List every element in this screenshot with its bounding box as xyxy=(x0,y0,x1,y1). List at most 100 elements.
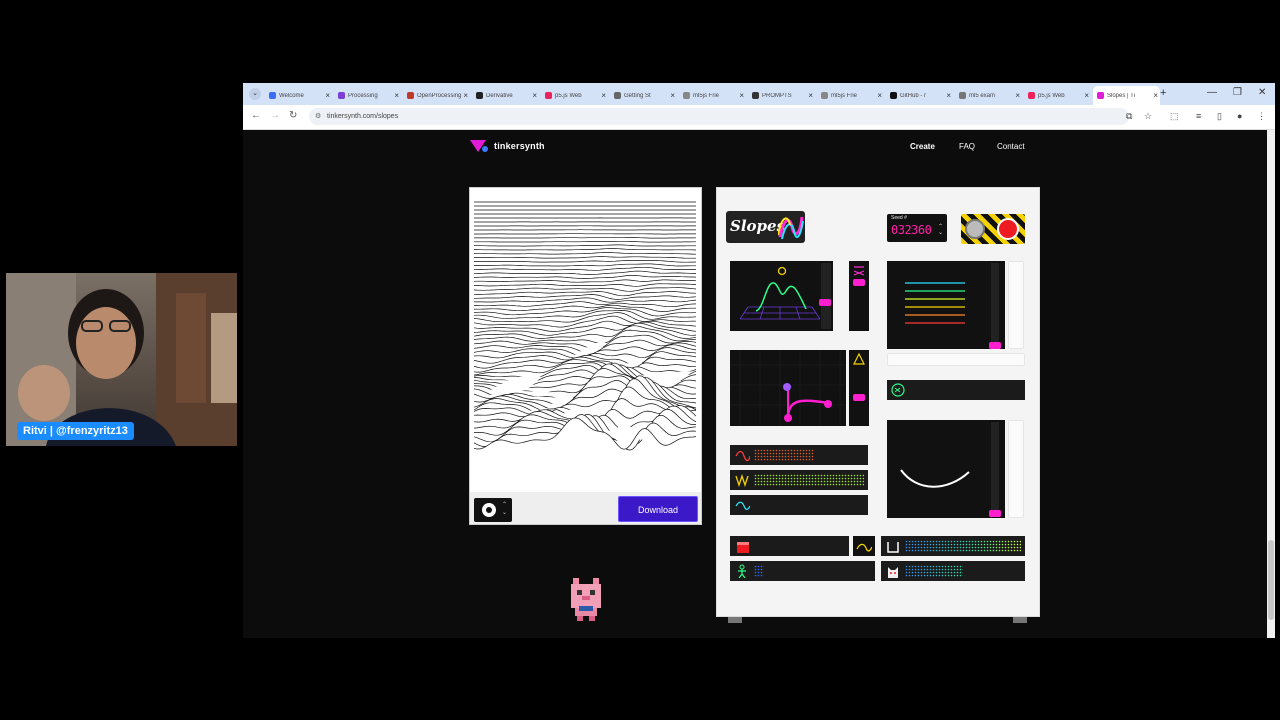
browser-tab[interactable]: Processing × xyxy=(334,86,401,105)
tab-close-icon[interactable]: × xyxy=(877,91,882,100)
browser-tab[interactable]: p5.js Web × xyxy=(1024,86,1091,105)
restore-icon[interactable]: ❐ xyxy=(1233,87,1242,98)
browser-tab[interactable]: Welcome × xyxy=(265,86,332,105)
tab-close-icon[interactable]: × xyxy=(601,91,606,100)
back-icon[interactable]: ← xyxy=(251,110,261,121)
browser-tab[interactable]: ml5js Frie × xyxy=(679,86,746,105)
dot-amount-strip[interactable] xyxy=(887,380,1025,400)
pixel-pet-icon[interactable] xyxy=(567,574,607,624)
slopes-title-badge: Slopes xyxy=(726,211,805,243)
download-button[interactable]: Download xyxy=(618,496,698,522)
color-slider[interactable] xyxy=(991,263,999,347)
install-icon[interactable]: ⧉ xyxy=(1126,111,1132,122)
line-shape-side-slider[interactable] xyxy=(1008,420,1024,518)
spread-slider[interactable] xyxy=(849,261,869,331)
randomize-all-button[interactable] xyxy=(965,219,985,239)
extensions-icon[interactable]: ⬚ xyxy=(1170,111,1179,122)
profile-icon[interactable]: ● xyxy=(1237,111,1242,121)
split-universe-strip[interactable] xyxy=(730,495,868,515)
tab-close-icon[interactable]: × xyxy=(1084,91,1089,100)
url-text: tinkersynth.com/slopes xyxy=(327,113,399,120)
peak-curve-control[interactable] xyxy=(730,350,846,426)
sine-wave-icon xyxy=(735,450,750,462)
browser-tab[interactable]: p5.js Web × xyxy=(541,86,608,105)
url-input[interactable]: ⚙ tinkersynth.com/slopes xyxy=(309,108,1129,125)
spread-icon xyxy=(853,266,865,276)
sidepanel-icon[interactable]: ▯ xyxy=(1217,111,1222,122)
tab-close-icon[interactable]: × xyxy=(739,91,744,100)
artwork-line xyxy=(474,287,697,292)
media-icon[interactable]: ≡ xyxy=(1196,111,1201,121)
browser-tab[interactable]: Slopes | Ti × xyxy=(1093,86,1160,105)
color-control[interactable] xyxy=(887,261,1005,349)
nav-contact[interactable]: Contact xyxy=(997,142,1025,151)
perspective-control[interactable] xyxy=(730,261,833,331)
cube-icon xyxy=(737,542,749,553)
nav-create[interactable]: Create xyxy=(910,142,935,151)
person-strip[interactable] xyxy=(730,561,875,581)
style-selector[interactable]: ⌃ ⌄ xyxy=(474,498,512,522)
wave-toggle[interactable] xyxy=(853,536,875,556)
tab-close-icon[interactable]: × xyxy=(1015,91,1020,100)
site-logo[interactable]: tinkersynth xyxy=(470,139,545,153)
browser-tab[interactable]: Getting St × xyxy=(610,86,677,105)
perspective-slider[interactable] xyxy=(821,263,831,329)
tab-label: Processing xyxy=(348,92,378,99)
tab-favicon-icon xyxy=(476,92,483,99)
browser-tab[interactable]: GitHub - r × xyxy=(886,86,953,105)
amplitude-slider[interactable] xyxy=(849,350,869,426)
cat-strip[interactable] xyxy=(881,561,1025,581)
color-bottom-slider[interactable] xyxy=(887,353,1025,366)
color-side-slider[interactable] xyxy=(1008,261,1024,349)
nav-faq[interactable]: FAQ xyxy=(959,142,975,151)
tab-label: GitHub - r xyxy=(900,92,927,99)
tab-close-icon[interactable]: × xyxy=(463,91,468,100)
minimize-icon[interactable]: — xyxy=(1207,87,1217,98)
page-scrollbar[interactable] xyxy=(1267,130,1275,638)
browser-tab[interactable]: OpenProcessing × xyxy=(403,86,470,105)
tab-close-icon[interactable]: × xyxy=(394,91,399,100)
tab-close-icon[interactable]: × xyxy=(325,91,330,100)
seed-field[interactable]: Seed # 032360 ⌃ ⌄ xyxy=(887,214,947,242)
seed-value: 032360 xyxy=(891,223,932,237)
enable-margins-strip[interactable] xyxy=(730,536,849,556)
tab-favicon-icon xyxy=(683,92,690,99)
reload-icon[interactable]: ↻ xyxy=(289,110,297,121)
site-info-icon[interactable]: ⚙ xyxy=(315,108,321,125)
spread-slider-thumb[interactable] xyxy=(853,279,865,286)
color-lines-icon xyxy=(905,282,965,324)
tab-favicon-icon xyxy=(1097,92,1104,99)
tab-close-icon[interactable]: × xyxy=(1153,91,1158,100)
peaks-curve-strip[interactable] xyxy=(881,536,1025,556)
tab-search-icon[interactable]: ⌄ xyxy=(249,88,261,100)
browser-tab[interactable]: ml5 exam × xyxy=(955,86,1022,105)
bookmark-star-icon[interactable]: ☆ xyxy=(1144,111,1152,122)
forward-icon[interactable]: → xyxy=(270,110,280,121)
scrollbar-thumb[interactable] xyxy=(1268,540,1274,620)
close-window-icon[interactable]: ✕ xyxy=(1258,87,1266,98)
tab-strip: ⌄ Welcome × Processing × OpenProcessing × Deri… xyxy=(243,83,1275,105)
color-slider-thumb[interactable] xyxy=(989,342,1001,349)
style-circle-icon xyxy=(482,503,496,517)
stick-figure-icon xyxy=(738,564,746,578)
artwork-line xyxy=(474,260,697,263)
line-shape-slider[interactable] xyxy=(991,422,999,516)
tab-close-icon[interactable]: × xyxy=(670,91,675,100)
browser-tab[interactable]: PROMPTS × xyxy=(748,86,815,105)
ocean-waves-strip[interactable] xyxy=(730,470,868,490)
polar-amount-strip[interactable] xyxy=(730,445,868,465)
tab-close-icon[interactable]: × xyxy=(946,91,951,100)
amplitude-slider-thumb[interactable] xyxy=(853,394,865,401)
tab-close-icon[interactable]: × xyxy=(532,91,537,100)
new-tab-icon[interactable]: + xyxy=(1160,87,1166,99)
seed-stepper-icon[interactable]: ⌃ ⌄ xyxy=(938,224,943,236)
tab-close-icon[interactable]: × xyxy=(808,91,813,100)
randomize-button[interactable] xyxy=(997,218,1019,240)
browser-tab[interactable]: Derivative × xyxy=(472,86,539,105)
line-shape-control[interactable] xyxy=(887,420,1005,518)
menu-kebab-icon[interactable]: ⋮ xyxy=(1257,111,1266,122)
perspective-slider-thumb[interactable] xyxy=(819,299,831,306)
tab-label: p5.js Web xyxy=(555,92,582,99)
browser-tab[interactable]: ml5js Frie × xyxy=(817,86,884,105)
line-shape-slider-thumb[interactable] xyxy=(989,510,1001,517)
